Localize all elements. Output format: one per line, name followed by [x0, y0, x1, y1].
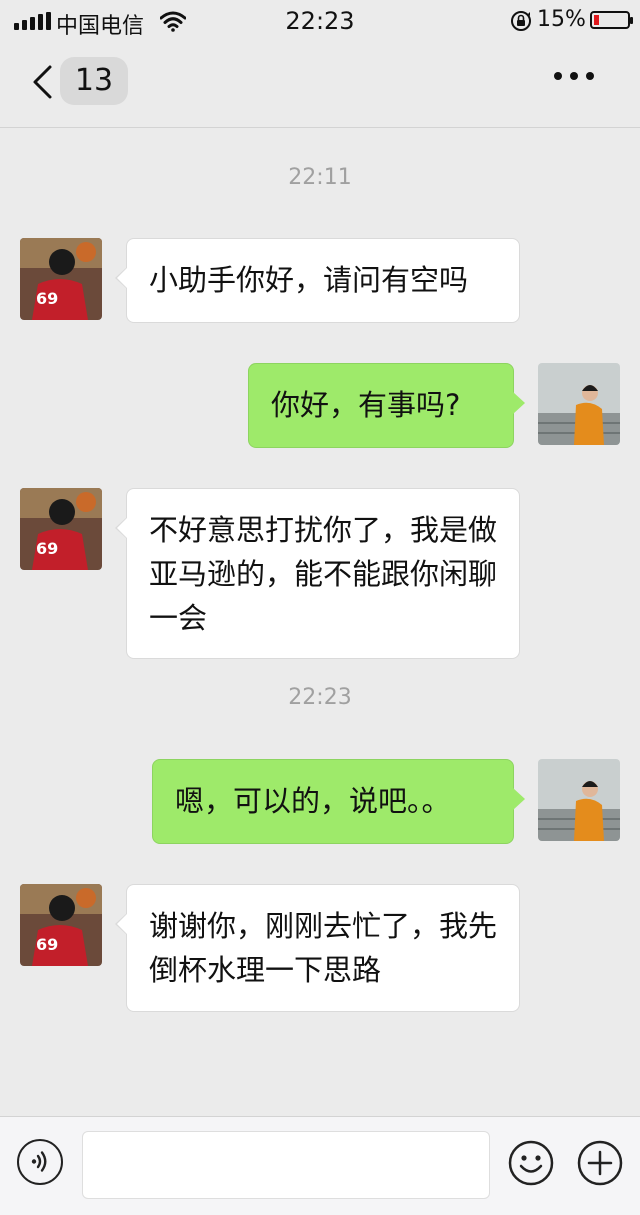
user-avatar[interactable] [538, 759, 620, 841]
svg-text:69: 69 [36, 539, 58, 558]
chevron-left-icon[interactable] [30, 64, 54, 100]
voice-icon[interactable] [17, 1139, 63, 1185]
plus-icon[interactable] [576, 1139, 624, 1187]
message-bubble-incoming[interactable]: 小助手你好，请问有空吗 [115, 238, 520, 323]
input-bar [0, 1116, 640, 1215]
contact-avatar[interactable]: 69 [20, 238, 102, 320]
timestamp: 22:11 [288, 165, 352, 190]
timestamp: 22:23 [288, 685, 352, 710]
nav-bar: 13 [0, 44, 640, 128]
more-dots-icon[interactable] [554, 72, 594, 80]
contact-avatar[interactable]: 69 [20, 488, 102, 570]
battery-percent: 15% [537, 7, 586, 32]
battery-icon [590, 11, 633, 29]
message-input[interactable] [82, 1131, 490, 1199]
unread-count-badge[interactable]: 13 [60, 57, 128, 105]
svg-text:69: 69 [36, 289, 58, 308]
user-avatar[interactable] [538, 363, 620, 445]
emoji-icon[interactable] [507, 1139, 555, 1187]
status-bar: 中国电信 22:23 15% [0, 0, 640, 44]
svg-text:69: 69 [36, 935, 58, 954]
message-bubble-outgoing[interactable]: 你好，有事吗? [248, 363, 525, 448]
message-bubble-outgoing[interactable]: 嗯，可以的，说吧。。 [152, 759, 525, 844]
chat-area[interactable]: 22:11 69 小助手你好，请问有空吗 你好，有事吗? 69 不好意思打扰你了… [0, 128, 640, 1116]
contact-avatar[interactable]: 69 [20, 884, 102, 966]
message-bubble-incoming[interactable]: 不好意思打扰你了，我是做亚马逊的，能不能跟你闲聊一会 [115, 488, 520, 659]
rotation-lock-icon [511, 11, 531, 31]
message-bubble-incoming[interactable]: 谢谢你，刚刚去忙了，我先倒杯水理一下思路 [115, 884, 520, 1012]
